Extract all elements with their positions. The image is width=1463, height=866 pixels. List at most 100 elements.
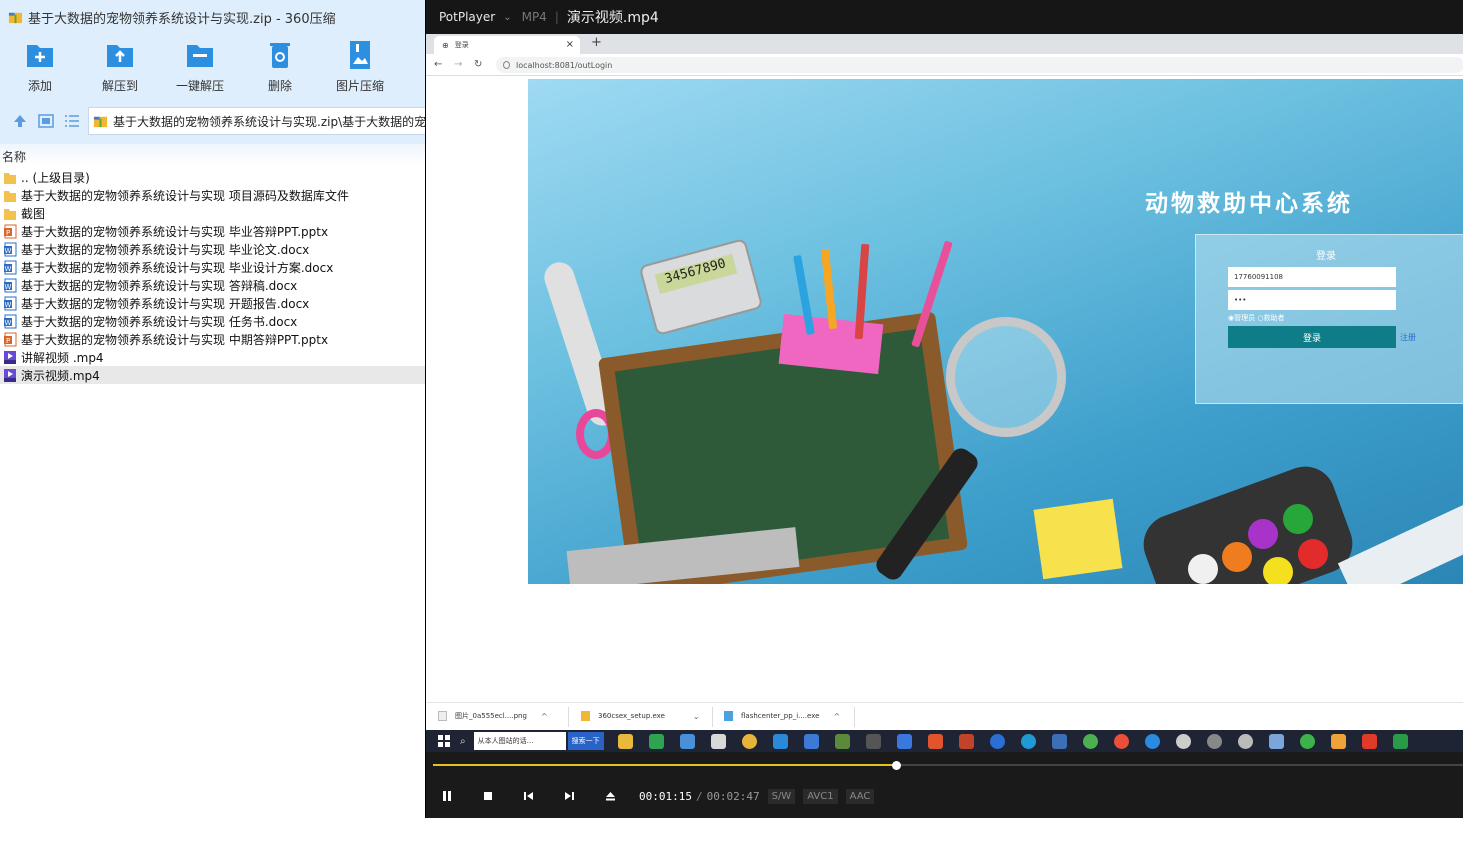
app-icon — [1113, 733, 1129, 749]
view-thumbnail-icon[interactable] — [38, 114, 54, 128]
paint-illustration — [1298, 539, 1328, 569]
file-row[interactable]: W 基于大数据的宠物领养系统设计与实现 任务书.docx — [0, 312, 425, 330]
chevron-down-icon: ⌄ — [692, 711, 700, 721]
ruler-illustration — [1337, 478, 1463, 584]
up-arrow-icon[interactable] — [12, 114, 28, 128]
pause-button[interactable] — [426, 774, 467, 818]
file-row[interactable]: W 基于大数据的宠物领养系统设计与实现 毕业论文.docx — [0, 240, 425, 258]
player-title-bar[interactable]: PotPlayer ⌄ MP4 | 演示视频.mp4 — [426, 0, 1463, 34]
svg-text:W: W — [5, 283, 12, 291]
column-header-name[interactable]: 名称 — [0, 144, 425, 166]
system-title: 动物救助中心系统 — [1145, 190, 1353, 217]
magnifier-illustration — [946, 317, 1066, 437]
paint-illustration — [1283, 504, 1313, 534]
delete-button[interactable]: 删除 — [240, 34, 320, 100]
browser-tab-strip: ⊕ 登录 × + — [426, 34, 1463, 54]
folder-icon — [4, 190, 16, 202]
previous-button[interactable] — [508, 774, 549, 818]
docx-file-icon: W — [4, 278, 17, 292]
reload-icon: ↻ — [474, 59, 483, 70]
app-icon — [896, 733, 912, 749]
file-name: 截图 — [21, 206, 46, 221]
image-compress-button[interactable]: 图片压缩 — [320, 34, 400, 100]
app-icon — [834, 733, 850, 749]
file-icon — [724, 711, 733, 721]
file-row[interactable]: P 基于大数据的宠物领养系统设计与实现 中期答辩PPT.pptx — [0, 330, 425, 348]
sticky-note-yellow-illustration — [1033, 498, 1123, 580]
one-click-extract-button[interactable]: 一键解压 — [160, 34, 240, 100]
docx-file-icon: W — [4, 314, 17, 328]
potplayer-window: PotPlayer ⌄ MP4 | 演示视频.mp4 ⊕ 登录 × + ← → … — [425, 0, 1463, 818]
zip-archive-icon — [8, 12, 23, 23]
forward-icon: → — [454, 59, 463, 70]
chevron-up-icon: ^ — [540, 711, 548, 721]
pptx-file-icon: P — [4, 224, 17, 238]
zip-window-title: 基于大数据的宠物领养系统设计与实现.zip - 360压缩 — [28, 11, 336, 27]
file-row[interactable]: 截图 — [0, 204, 425, 222]
app-icon — [710, 733, 726, 749]
login-button: 登录 — [1228, 326, 1396, 348]
seek-handle[interactable] — [891, 761, 901, 770]
docx-file-icon: W — [4, 260, 17, 274]
extract-to-button[interactable]: 解压到 — [80, 34, 160, 100]
add-folder-icon — [27, 45, 53, 67]
username-field: 17760091108 — [1228, 267, 1396, 287]
svg-text:W: W — [5, 301, 12, 309]
file-row[interactable]: 基于大数据的宠物领养系统设计与实现 项目源码及数据库文件 — [0, 186, 425, 204]
role-option-admin: ◉管理员 — [1228, 314, 1256, 322]
folder-icon — [617, 733, 633, 749]
app-icon — [648, 733, 664, 749]
seek-bar[interactable] — [426, 752, 1463, 774]
app-icon — [865, 733, 881, 749]
svg-text:W: W — [5, 265, 12, 273]
audio-codec-badge[interactable]: AAC — [845, 788, 875, 804]
file-name: 基于大数据的宠物领养系统设计与实现 毕业答辩PPT.pptx — [21, 224, 329, 239]
file-name: 基于大数据的宠物领养系统设计与实现 毕业论文.docx — [21, 242, 310, 257]
file-row[interactable]: .. (上级目录) — [0, 168, 425, 186]
next-button[interactable] — [549, 774, 590, 818]
decoder-badge[interactable]: S/W — [767, 788, 796, 804]
folder-icon — [4, 172, 16, 184]
stop-button[interactable] — [467, 774, 508, 818]
paint-illustration — [1263, 557, 1293, 584]
url-text: localhost:8081/outLogin — [516, 60, 613, 70]
plus-icon: + — [591, 35, 602, 50]
add-button[interactable]: 添加 — [0, 34, 80, 100]
app-icon — [1206, 733, 1222, 749]
pptx-file-icon: P — [4, 332, 17, 346]
view-list-icon[interactable] — [64, 114, 80, 128]
video-frame[interactable]: ⊕ 登录 × + ← → ↻ localhost:8081/outLogin 3… — [426, 34, 1463, 752]
zip-window: 基于大数据的宠物领养系统设计与实现.zip - 360压缩 添加 解压到 一键解… — [0, 0, 425, 866]
file-row[interactable]: W 基于大数据的宠物领养系统设计与实现 开题报告.docx — [0, 294, 425, 312]
chevron-up-icon: ^ — [833, 711, 841, 721]
address-bar[interactable]: 基于大数据的宠物领养系统设计与实现.zip\基于大数据的宠 — [88, 107, 425, 135]
file-row[interactable]: P 基于大数据的宠物领养系统设计与实现 毕业答辩PPT.pptx — [0, 222, 425, 240]
taskbar-active-app: 从本人图站的话… — [473, 732, 566, 750]
eject-button[interactable] — [590, 774, 631, 818]
info-icon — [503, 61, 510, 69]
video-codec-badge[interactable]: AVC1 — [803, 788, 838, 804]
file-row[interactable]: 演示视频.mp4 — [0, 366, 425, 384]
password-field: ••• — [1228, 290, 1396, 310]
file-name: 基于大数据的宠物领养系统设计与实现 毕业设计方案.docx — [21, 260, 334, 275]
ie-icon — [1144, 733, 1160, 749]
file-name: 基于大数据的宠物领养系统设计与实现 中期答辩PPT.pptx — [21, 332, 329, 347]
wechat-icon — [1299, 733, 1315, 749]
zip-title-bar[interactable]: 基于大数据的宠物领养系统设计与实现.zip - 360压缩 — [0, 0, 425, 34]
divider — [568, 707, 569, 727]
register-link: 注册 — [1400, 333, 1416, 342]
app-icon — [989, 733, 1005, 749]
chevron-down-icon[interactable]: ⌄ — [503, 12, 511, 23]
paint-illustration — [1248, 519, 1278, 549]
player-brand-menu[interactable]: PotPlayer — [439, 10, 495, 24]
file-name: 基于大数据的宠物领养系统设计与实现 答辩稿.docx — [21, 278, 298, 293]
login-form: 登录 17760091108 ••• ◉管理员 ○救助者 登录 注册 — [1195, 234, 1463, 404]
address-path: 基于大数据的宠物领养系统设计与实现.zip\基于大数据的宠 — [113, 114, 425, 129]
file-row[interactable]: 讲解视频 .mp4 — [0, 348, 425, 366]
previous-icon — [524, 792, 533, 800]
file-row[interactable]: W 基于大数据的宠物领养系统设计与实现 毕业设计方案.docx — [0, 258, 425, 276]
svg-text:P: P — [6, 337, 10, 345]
app-icon — [679, 733, 695, 749]
file-row[interactable]: W 基于大数据的宠物领养系统设计与实现 答辩稿.docx — [0, 276, 425, 294]
browser-toolbar: ← → ↻ localhost:8081/outLogin — [426, 54, 1463, 76]
